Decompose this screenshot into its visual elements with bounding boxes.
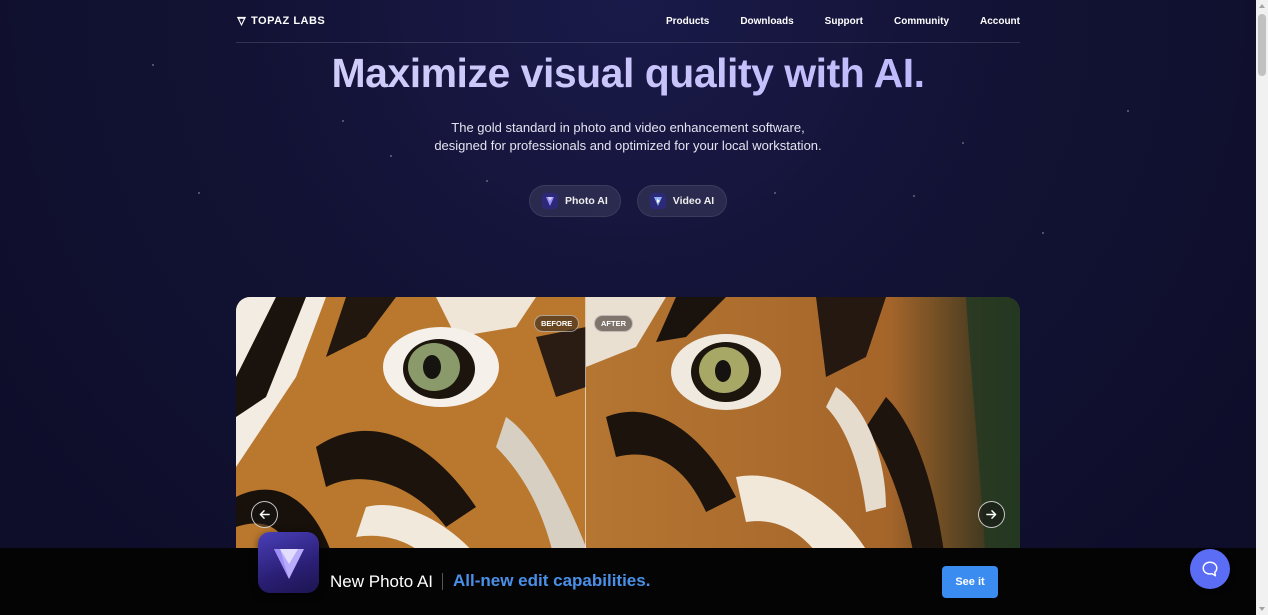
banner-tagline: All-new edit capabilities. (453, 571, 651, 590)
before-after-slider[interactable]: BEFORE AFTER (236, 297, 1020, 567)
scrollbar-thumb[interactable] (1258, 14, 1266, 76)
star-decoration (198, 192, 200, 194)
nav-products[interactable]: Products (666, 16, 709, 27)
scroll-down-icon[interactable] (1258, 605, 1266, 613)
slider-divider[interactable] (585, 297, 586, 567)
star-decoration (486, 180, 488, 182)
chat-bubble-icon (1202, 561, 1218, 577)
chat-button[interactable] (1190, 549, 1230, 589)
after-label: AFTER (594, 315, 633, 332)
nav-support[interactable]: Support (825, 16, 863, 27)
star-decoration (1042, 232, 1044, 234)
video-ai-label: Video AI (672, 195, 715, 207)
photo-ai-icon (542, 193, 558, 209)
hero-subtitle: The gold standard in photo and video enh… (0, 119, 1256, 154)
top-navbar: TOPAZ LABS Products Downloads Support Co… (236, 0, 1020, 43)
photo-ai-button[interactable]: Photo AI (529, 185, 621, 217)
prev-button[interactable] (251, 501, 278, 528)
hero-title: Maximize visual quality with AI. (0, 50, 1256, 97)
nav-downloads[interactable]: Downloads (740, 16, 793, 27)
before-image (236, 297, 586, 567)
video-ai-button[interactable]: Video AI (636, 185, 728, 217)
star-decoration (774, 192, 776, 194)
product-pills: Photo AI Video AI (529, 185, 728, 217)
banner-separator (442, 573, 443, 590)
nav-links: Products Downloads Support Community Acc… (666, 16, 1020, 27)
next-button[interactable] (978, 501, 1005, 528)
nav-community[interactable]: Community (894, 16, 949, 27)
star-decoration (1127, 110, 1129, 112)
scroll-up-icon[interactable] (1258, 2, 1266, 10)
arrow-left-icon (259, 510, 270, 519)
before-label: BEFORE (534, 315, 580, 332)
page-scrollbar[interactable] (1256, 0, 1268, 615)
hero-subtitle-line1: The gold standard in photo and video enh… (451, 120, 805, 135)
see-it-button[interactable]: See it (942, 566, 998, 598)
star-decoration (913, 195, 915, 197)
nav-account[interactable]: Account (980, 16, 1020, 27)
photo-ai-label: Photo AI (565, 195, 608, 207)
brand-logo[interactable]: TOPAZ LABS (236, 15, 325, 27)
photo-ai-app-icon (258, 532, 319, 593)
arrow-right-icon (986, 510, 997, 519)
page: TOPAZ LABS Products Downloads Support Co… (0, 0, 1256, 615)
topaz-logo-icon (236, 16, 247, 26)
brand-name: TOPAZ LABS (251, 15, 326, 27)
video-ai-icon (649, 193, 666, 209)
hero-subtitle-line2: designed for professionals and optimized… (434, 137, 822, 153)
banner-title: New Photo AI (330, 572, 434, 591)
diamond-icon (273, 548, 304, 579)
star-decoration (390, 155, 392, 157)
after-image (586, 297, 1020, 567)
